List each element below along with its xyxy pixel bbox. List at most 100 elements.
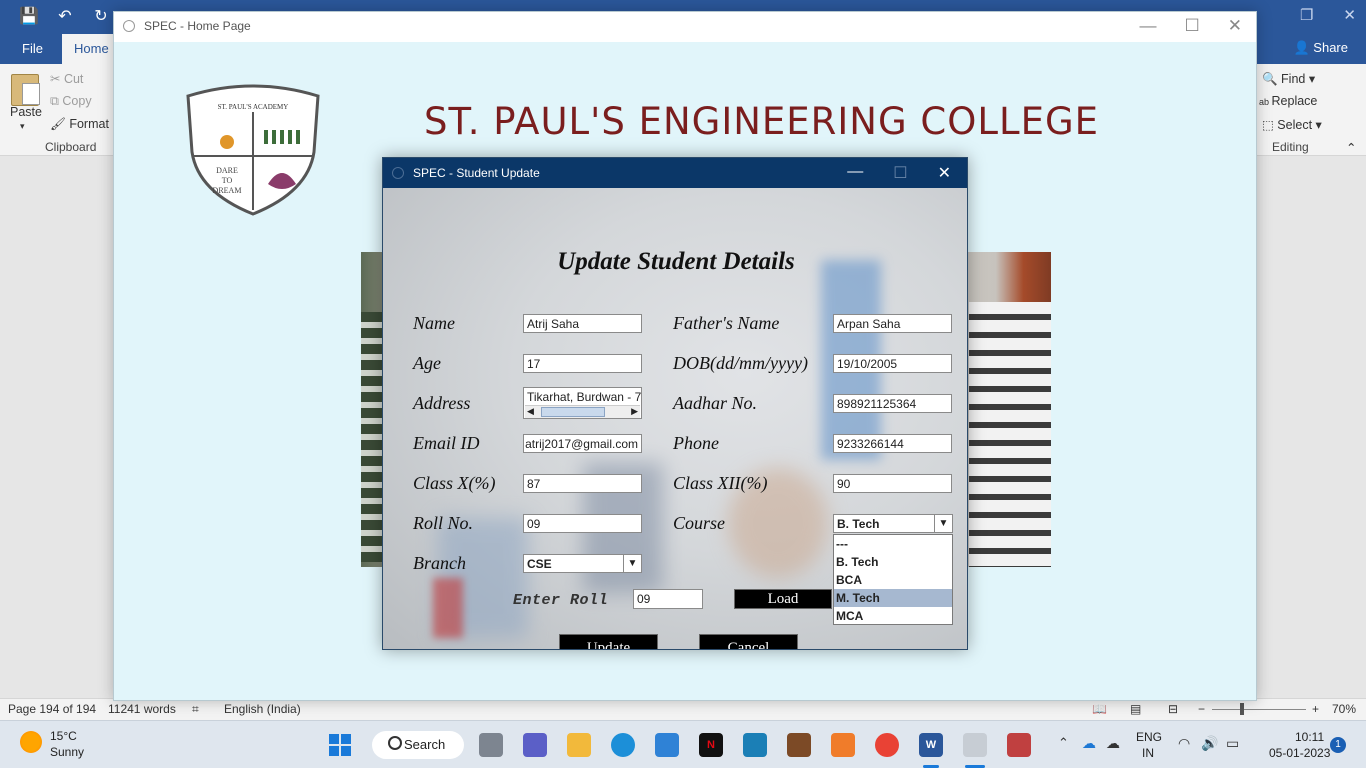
aadhar-field[interactable]: 898921125364: [833, 394, 952, 413]
notification-badge[interactable]: 1: [1330, 737, 1346, 753]
zoom-slider[interactable]: [1212, 709, 1306, 710]
zoom-level[interactable]: 70%: [1332, 702, 1356, 716]
zoom-slider-thumb[interactable]: [1240, 703, 1244, 715]
word-count[interactable]: 11241 words: [108, 702, 176, 716]
paste-dropdown-icon[interactable]: ▾: [20, 121, 25, 132]
minimize-icon[interactable]: —: [847, 163, 863, 183]
find-button[interactable]: 🔍 Find ▾: [1262, 71, 1315, 87]
enter-roll-field[interactable]: 09: [633, 589, 703, 609]
replace-button[interactable]: ab Replace: [1259, 94, 1317, 108]
taskbar-search[interactable]: Search: [372, 731, 464, 759]
weather-description[interactable]: Sunny: [50, 745, 84, 759]
close-icon[interactable]: ✕: [1343, 6, 1356, 24]
chevron-down-icon[interactable]: ▼: [934, 515, 952, 532]
maximize-icon[interactable]: ☐: [1185, 16, 1200, 36]
dob-field[interactable]: 19/10/2005: [833, 354, 952, 373]
onedrive-icon[interactable]: ☁: [1082, 735, 1096, 752]
tab-home[interactable]: Home: [62, 34, 116, 64]
region-indicator[interactable]: IN: [1142, 746, 1154, 760]
phone-field[interactable]: 9233266144: [833, 434, 952, 453]
share-button[interactable]: 👤 Share: [1293, 40, 1348, 56]
redo-icon[interactable]: ↻: [90, 6, 112, 26]
scroll-left-icon[interactable]: ◀: [527, 406, 534, 417]
cancel-button[interactable]: Cancel: [699, 634, 798, 649]
course-option[interactable]: BCA: [834, 571, 952, 589]
start-button[interactable]: [329, 734, 351, 756]
zoom-in-icon[interactable]: +: [1312, 702, 1319, 716]
task-view-icon[interactable]: [479, 733, 503, 757]
copy-button[interactable]: ⧉ Copy: [50, 94, 92, 109]
select-button[interactable]: ⬚ Select ▾: [1262, 117, 1322, 132]
undo-icon[interactable]: ↶: [54, 6, 76, 26]
page-count[interactable]: Page 194 of 194: [8, 702, 96, 716]
collapse-ribbon-icon[interactable]: ⌃: [1346, 140, 1356, 155]
mail-icon[interactable]: [655, 733, 679, 757]
chat-icon[interactable]: [523, 733, 547, 757]
course-option[interactable]: ---: [834, 535, 952, 553]
course-selected-value: B. Tech: [837, 517, 880, 531]
tab-file[interactable]: File: [10, 34, 55, 64]
dialog-window-controls: — ☐ ✕: [847, 163, 951, 183]
paste-button[interactable]: Paste: [10, 105, 42, 119]
restore-icon[interactable]: ❐: [1300, 6, 1313, 24]
father-name-field[interactable]: Arpan Saha: [833, 314, 952, 333]
update-button[interactable]: Update: [559, 634, 658, 649]
volume-icon[interactable]: 🔊: [1201, 735, 1218, 752]
clock-time[interactable]: 10:11: [1295, 730, 1324, 744]
game-icon[interactable]: [787, 733, 811, 757]
minimize-icon[interactable]: —: [1140, 16, 1157, 36]
language-indicator[interactable]: English (India): [224, 702, 301, 716]
course-select[interactable]: B. Tech ▼: [833, 514, 953, 533]
course-option-highlighted[interactable]: M. Tech: [834, 589, 952, 607]
dob-label: DOB(dd/mm/yyyy): [673, 353, 808, 373]
netflix-icon[interactable]: N: [699, 733, 723, 757]
word-icon[interactable]: W: [919, 733, 943, 757]
maximize-icon[interactable]: ☐: [893, 163, 907, 183]
format-painter-button[interactable]: 🖌 Format P: [50, 117, 121, 132]
close-icon[interactable]: ✕: [1228, 16, 1242, 36]
prime-video-icon[interactable]: [743, 733, 767, 757]
print-layout-icon[interactable]: ▤: [1130, 702, 1141, 716]
save-icon[interactable]: 💾: [18, 6, 40, 26]
chevron-up-icon[interactable]: ⌃: [1058, 735, 1069, 751]
java-app-icon[interactable]: [963, 733, 987, 757]
cut-button[interactable]: ✂ Cut: [50, 71, 83, 86]
address-scrollbar[interactable]: ◀ ▶: [525, 405, 640, 418]
weather-sun-icon[interactable]: [20, 731, 42, 753]
read-mode-icon[interactable]: 📖: [1092, 702, 1107, 716]
file-explorer-icon[interactable]: [567, 733, 591, 757]
address-field[interactable]: Tikarhat, Burdwan - 7 ◀ ▶: [523, 387, 642, 419]
class-xii-field[interactable]: 90: [833, 474, 952, 493]
xampp-icon[interactable]: [831, 733, 855, 757]
roll-field[interactable]: 09: [523, 514, 642, 533]
app-icon[interactable]: [1007, 733, 1031, 757]
close-icon[interactable]: ✕: [938, 163, 951, 183]
chrome-icon[interactable]: [875, 733, 899, 757]
branch-select[interactable]: CSE ▼: [523, 554, 642, 573]
name-field[interactable]: Atrij Saha: [523, 314, 642, 333]
email-field[interactable]: atrij2017@gmail.com: [523, 434, 642, 453]
zoom-out-icon[interactable]: −: [1198, 702, 1205, 716]
edge-icon[interactable]: [611, 733, 635, 757]
dialog-body: Update Student Details Name Atrij Saha F…: [383, 188, 967, 649]
svg-text:TO: TO: [222, 176, 233, 185]
person-icon: 👤: [1293, 40, 1310, 55]
proofing-icon[interactable]: ⌗: [192, 702, 199, 717]
scroll-right-icon[interactable]: ▶: [631, 406, 638, 417]
age-field[interactable]: 17: [523, 354, 642, 373]
app-icon: [392, 167, 404, 179]
scrollbar-thumb[interactable]: [541, 407, 605, 417]
weather-temperature[interactable]: 15°C: [50, 729, 77, 743]
course-option[interactable]: B. Tech: [834, 553, 952, 571]
battery-icon[interactable]: ▭: [1226, 735, 1239, 752]
wifi-icon[interactable]: ◠: [1178, 735, 1190, 752]
language-indicator[interactable]: ENG: [1136, 730, 1162, 744]
sync-icon[interactable]: ☁: [1106, 735, 1120, 752]
paste-icon[interactable]: [11, 74, 40, 106]
course-option[interactable]: MCA: [834, 607, 952, 625]
web-layout-icon[interactable]: ⊟: [1168, 702, 1178, 716]
clock-date[interactable]: 05-01-2023: [1269, 746, 1330, 760]
chevron-down-icon[interactable]: ▼: [623, 555, 641, 572]
class-x-field[interactable]: 87: [523, 474, 642, 493]
load-button[interactable]: Load: [734, 589, 832, 609]
